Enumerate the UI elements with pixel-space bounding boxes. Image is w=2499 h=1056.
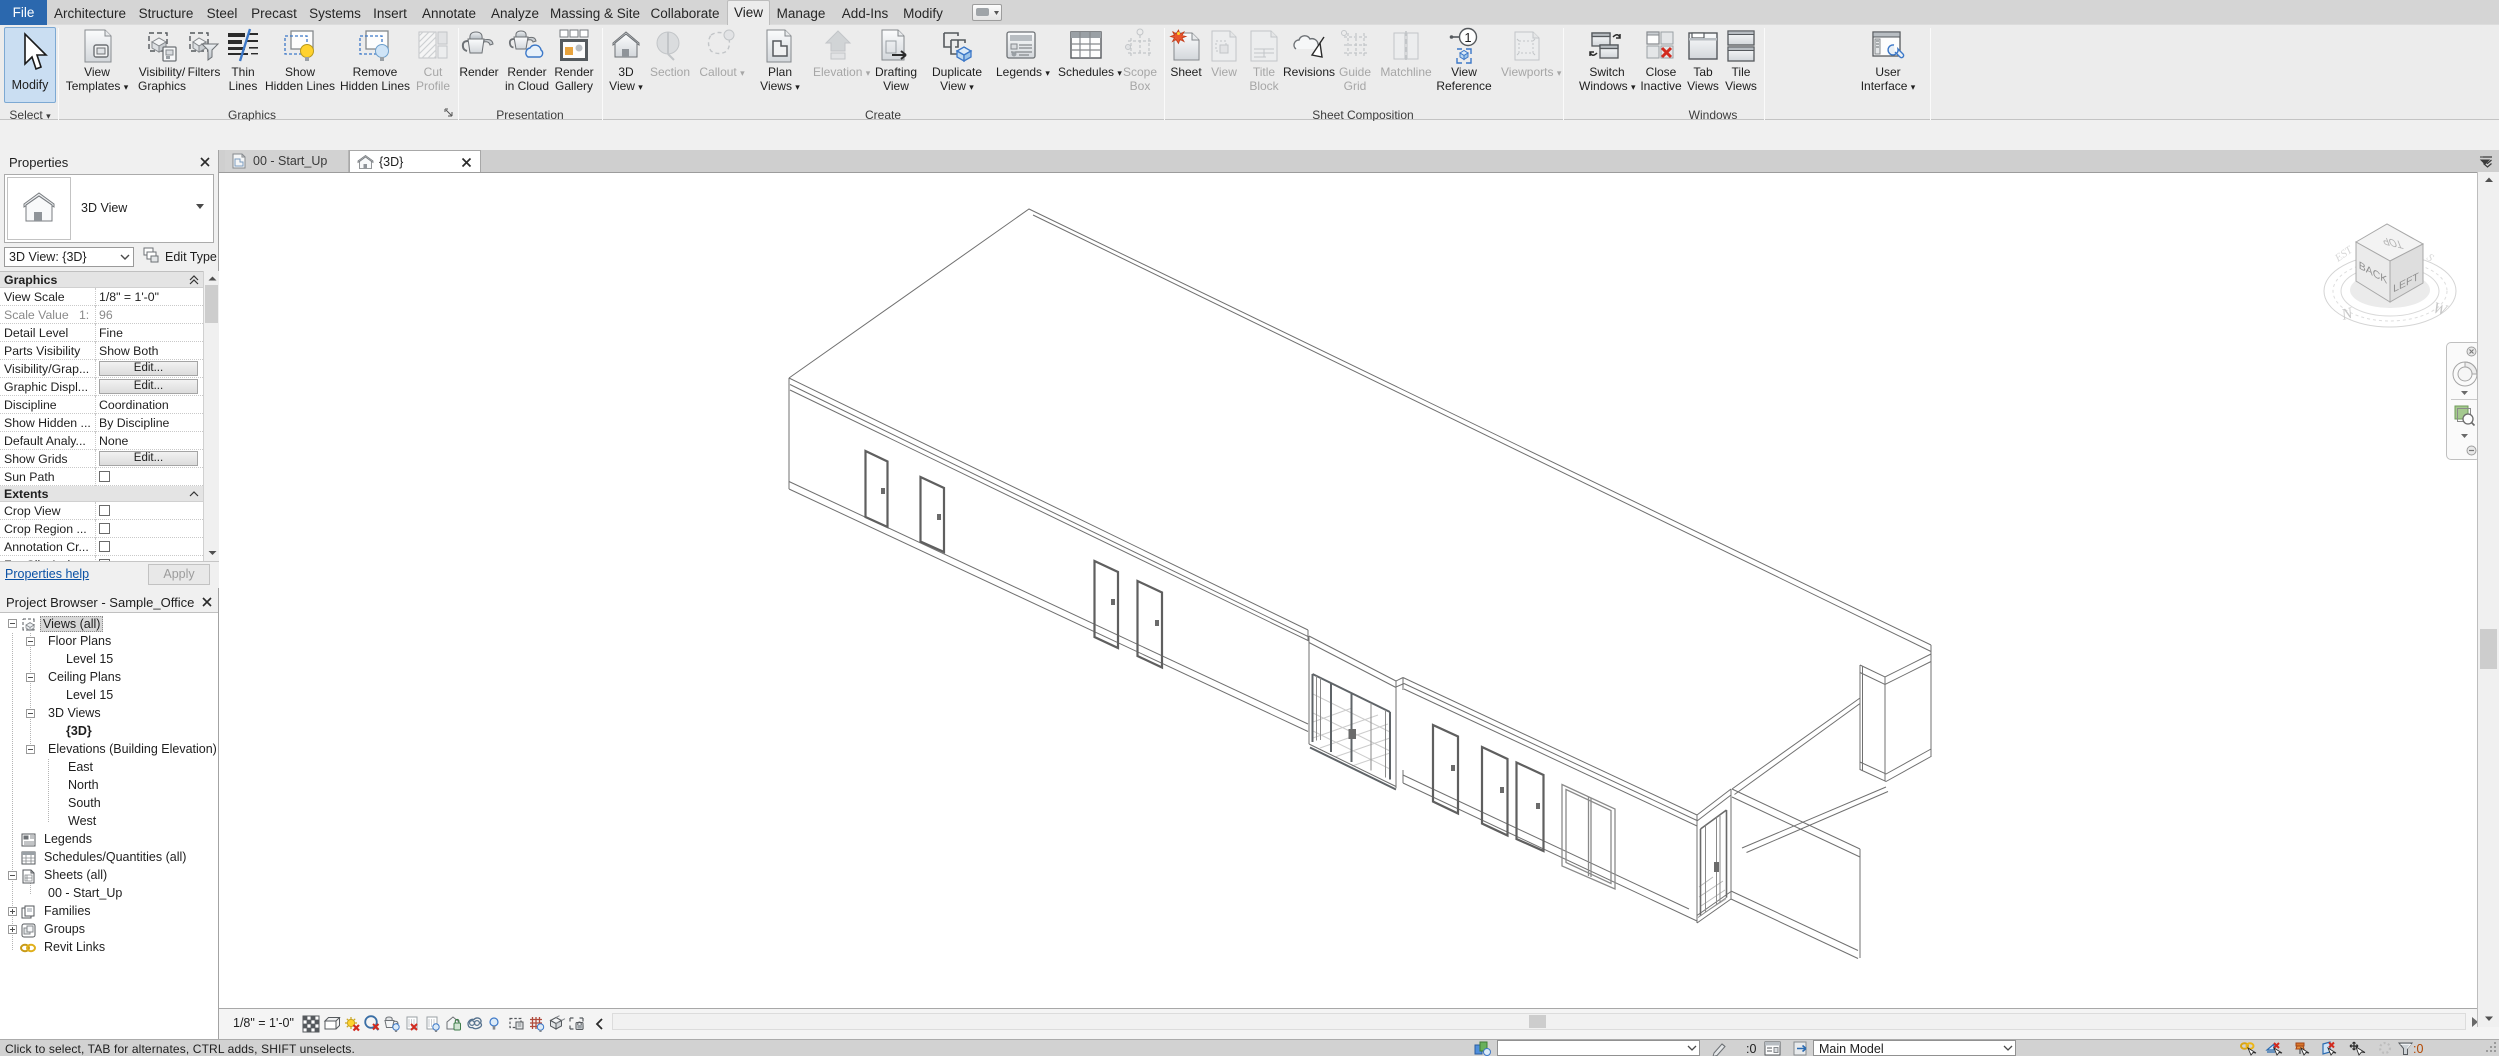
- svg-text:1: 1: [1464, 30, 1471, 45]
